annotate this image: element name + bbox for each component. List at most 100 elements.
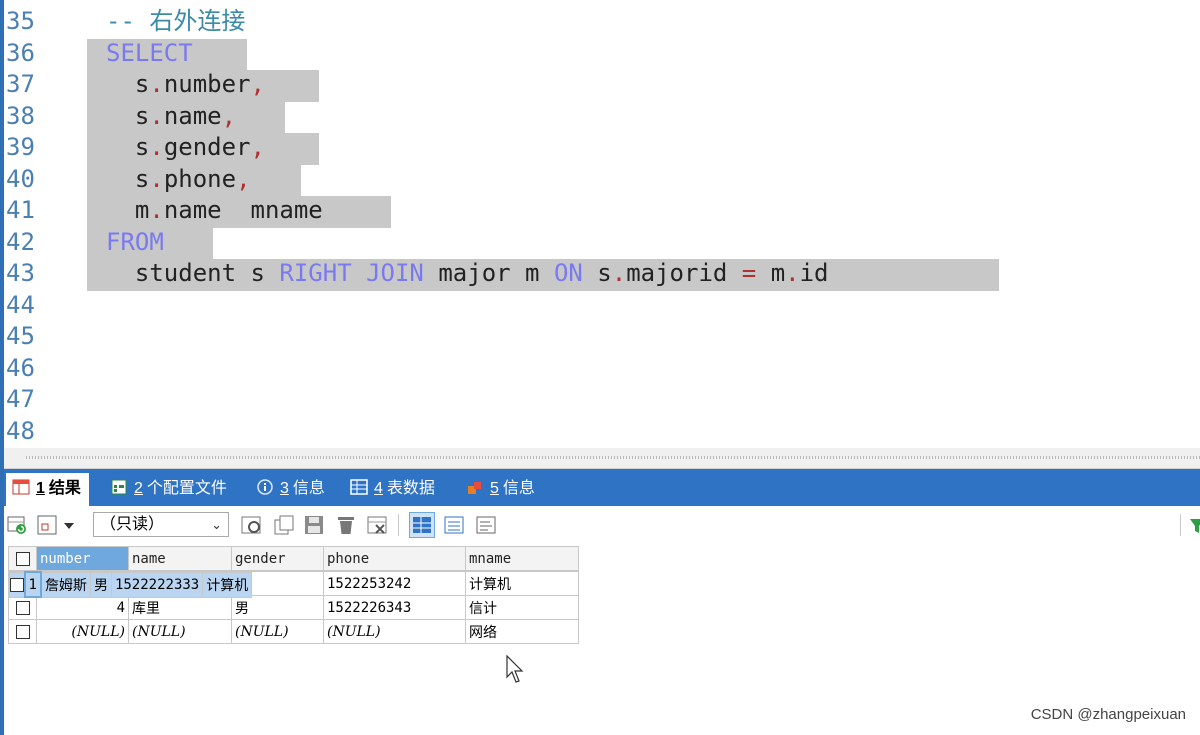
select-all-checkbox-cell[interactable]: [8, 546, 37, 571]
row-checkbox[interactable]: [9, 577, 24, 592]
cell-gender[interactable]: (NULL): [231, 619, 324, 644]
code-token: .: [149, 196, 164, 224]
watermark: CSDN @zhangpeixuan: [1030, 706, 1186, 723]
splitter-grip[interactable]: [26, 456, 1200, 459]
code-line[interactable]: SELECT: [106, 38, 193, 69]
result-mode-value: （只读）: [100, 516, 165, 533]
filter-icon[interactable]: [1190, 513, 1200, 537]
code-token: ,: [250, 133, 265, 161]
cell-name[interactable]: 詹姆斯: [40, 571, 91, 598]
code-token: s: [106, 133, 150, 161]
delete-icon[interactable]: [334, 513, 358, 537]
column-header-number[interactable]: number: [36, 546, 129, 571]
row-checkbox[interactable]: [15, 600, 30, 615]
line-number: 45: [6, 322, 35, 350]
column-header-name[interactable]: name: [128, 546, 232, 571]
line-number: 46: [6, 353, 35, 382]
profile-icon: [111, 479, 127, 495]
tab-messages[interactable]: 3 信息: [250, 473, 333, 504]
row-checkbox-cell[interactable]: [8, 595, 37, 620]
code-token: ,: [221, 101, 237, 130]
export-icon[interactable]: [36, 513, 76, 537]
search-grid-icon[interactable]: [240, 513, 264, 537]
code-token: s: [106, 164, 150, 193]
grid-view-icon[interactable]: [409, 512, 435, 538]
info-icon: [257, 479, 273, 495]
cell-number[interactable]: 4: [36, 595, 129, 620]
result-grid: number name gender phone mname 1 詹姆斯男 1522…: [8, 546, 579, 644]
toolbar-separator: [1180, 514, 1181, 536]
toolbar-separator: [398, 514, 399, 536]
code-token: name mname: [163, 196, 323, 224]
cell-gender[interactable]: 男: [89, 571, 112, 598]
tab-table-data[interactable]: 4 表数据: [344, 473, 443, 504]
tab-history[interactable]: 5 信息: [460, 473, 543, 504]
cell-mname[interactable]: 计算机: [465, 571, 579, 596]
table-result-icon: [12, 479, 30, 495]
code-line[interactable]: s.name,: [106, 101, 236, 132]
tab-label: 结果: [48, 480, 81, 497]
result-tab-bar: 1 结果 2 个配置文件 3 信息 4 表数据 5 信息: [4, 469, 1200, 506]
code-line[interactable]: m.name mname: [106, 195, 323, 226]
sql-keyword: ON: [553, 259, 583, 287]
result-toolbar: （只读） ⌄: [4, 506, 1200, 544]
table-row[interactable]: (NULL) (NULL) (NULL) (NULL) 网络: [8, 619, 579, 644]
code-token: ,: [250, 70, 265, 98]
tab-results[interactable]: 1 结果: [6, 473, 89, 506]
tab-number: 3: [280, 480, 289, 497]
select-all-checkbox[interactable]: [15, 551, 30, 566]
code-token: .: [785, 259, 800, 287]
refresh-icon[interactable]: [6, 513, 30, 537]
save-icon[interactable]: [302, 513, 326, 537]
tab-number: 5: [490, 480, 499, 497]
tab-profiles[interactable]: 2 个配置文件: [104, 473, 235, 504]
table-row[interactable]: 4 库里男 1522226343 信计: [8, 595, 579, 620]
row-checkbox-cell[interactable]: [8, 571, 25, 598]
code-token: s: [106, 101, 150, 130]
cell-gender[interactable]: 男: [231, 595, 324, 620]
line-number: 42: [6, 227, 35, 256]
cell-phone[interactable]: 1522222333: [110, 571, 204, 598]
line-number: 48: [6, 416, 35, 445]
cell-phone[interactable]: 1522226343: [323, 595, 466, 620]
column-header-phone[interactable]: phone: [323, 546, 466, 571]
line-number: 41: [6, 196, 35, 224]
sql-keyword: FROM: [106, 227, 164, 256]
code-token: major m: [423, 259, 554, 287]
line-number: 43: [6, 259, 35, 287]
tab-label: 表数据: [386, 480, 435, 497]
code-line[interactable]: s.gender,: [106, 132, 265, 163]
mouse-cursor-icon: [506, 655, 524, 683]
cell-name[interactable]: (NULL): [128, 619, 232, 644]
tab-label: 个配置文件: [146, 480, 227, 497]
column-header-mname[interactable]: mname: [465, 546, 579, 571]
copy-icon[interactable]: [272, 513, 296, 537]
filter-grid-icon[interactable]: [366, 513, 390, 537]
table-row[interactable]: 1 詹姆斯男 1522222333 计算机: [8, 571, 253, 598]
history-icon: [468, 482, 481, 494]
row-checkbox[interactable]: [15, 624, 30, 639]
sql-editor[interactable]: 35 36 37 38 39 40 41 42 43 44 45 46 47 48 -- 右外连接 SELE…: [4, 0, 1200, 448]
cell-mname[interactable]: 网络: [465, 619, 579, 644]
code-line[interactable]: FROM: [106, 227, 164, 258]
code-token: m: [106, 196, 150, 224]
panel-splitter[interactable]: [4, 448, 1200, 469]
code-line[interactable]: student s RIGHT JOIN major m ON s.majori…: [106, 258, 829, 289]
code-token: m: [756, 259, 786, 287]
cell-name[interactable]: 库里: [128, 595, 232, 620]
code-token: gender: [163, 133, 251, 161]
code-line[interactable]: -- 右外连接: [106, 6, 245, 37]
code-line[interactable]: s.phone,: [106, 164, 251, 195]
cell-phone[interactable]: 1522253242: [323, 571, 466, 596]
row-checkbox-cell[interactable]: [8, 619, 37, 644]
result-mode-select[interactable]: （只读） ⌄: [93, 512, 229, 537]
cell-number[interactable]: 1: [23, 571, 42, 598]
cell-number[interactable]: (NULL): [36, 619, 129, 644]
column-header-gender[interactable]: gender: [231, 546, 324, 571]
cell-mname[interactable]: 计算机: [202, 571, 253, 598]
cell-phone[interactable]: (NULL): [323, 619, 466, 644]
cell-mname[interactable]: 信计: [465, 595, 579, 620]
code-line[interactable]: s.number,: [106, 69, 265, 100]
text-view-icon[interactable]: [474, 513, 498, 537]
form-view-icon[interactable]: [442, 513, 466, 537]
